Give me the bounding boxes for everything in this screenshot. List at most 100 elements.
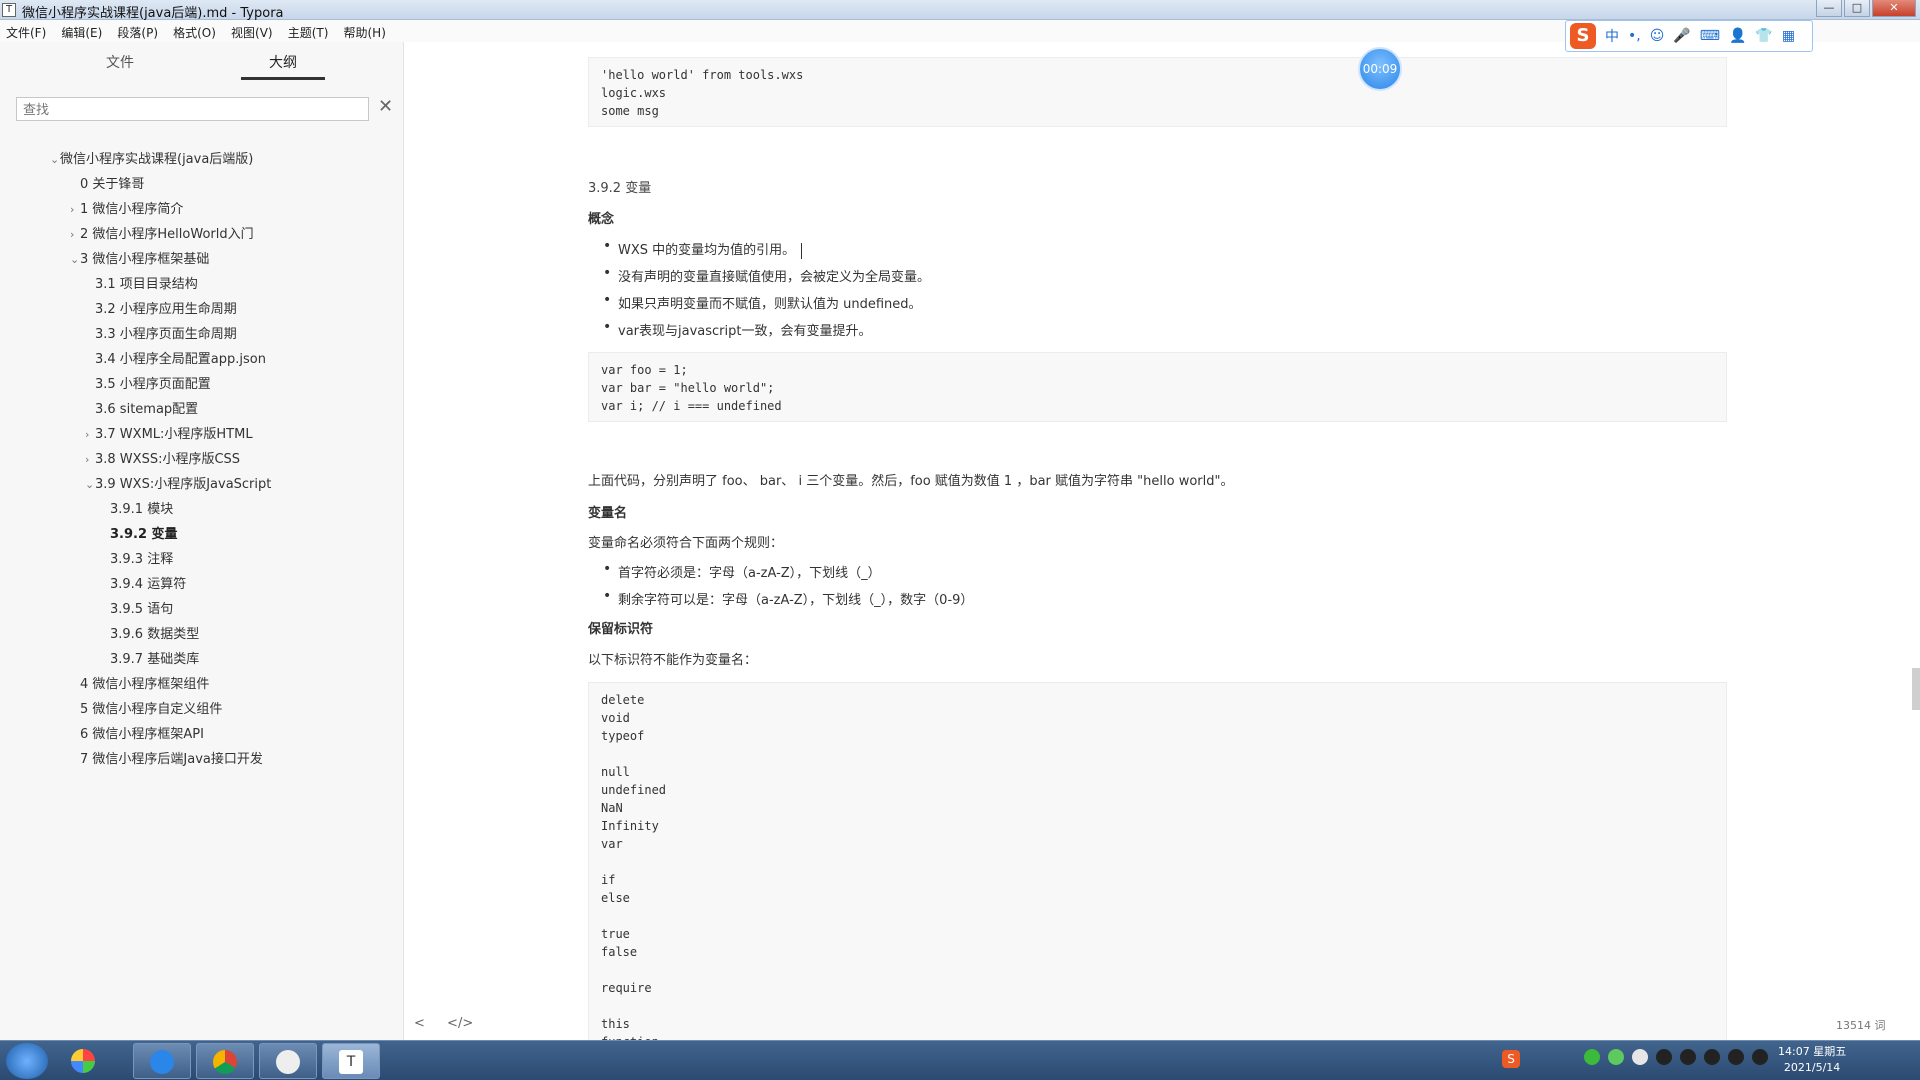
outline-item-label: 3.5 小程序页面配置 xyxy=(95,377,211,392)
outline-item[interactable]: › 3.8 WXSS:小程序版CSS xyxy=(0,447,404,472)
menu-help[interactable]: 帮助(H) xyxy=(338,20,390,41)
outline-item[interactable]: 4 微信小程序框架组件 xyxy=(0,672,404,697)
outline-item[interactable]: 3.9.4 运算符 xyxy=(0,572,404,597)
outline-item[interactable]: ⌄3 微信小程序框架基础 xyxy=(0,247,404,272)
chevron-right-icon[interactable]: › xyxy=(85,447,95,472)
list-item: var表现与javascript一致，会有变量提升。 xyxy=(603,319,871,339)
close-button[interactable]: ✕ xyxy=(1872,0,1916,17)
network-tray-icon[interactable] xyxy=(1632,1049,1648,1065)
sidebar: 文件 大纲 ✕ ⌄微信小程序实战课程(java后端版)0 关于锋哥›1 微信小程… xyxy=(0,42,404,1040)
outline-item[interactable]: 7 微信小程序后端Java接口开发 xyxy=(0,747,404,772)
qq-tray-icon[interactable] xyxy=(1656,1049,1672,1065)
wechat-devtools-icon xyxy=(276,1050,300,1074)
chat-tray-icon[interactable] xyxy=(1608,1049,1624,1065)
code-block[interactable]: var foo = 1; var bar = "hello world"; va… xyxy=(588,352,1727,422)
taskbar-app-typora[interactable]: T xyxy=(322,1043,380,1079)
scrollbar-thumb[interactable] xyxy=(1912,668,1920,710)
outline-item[interactable]: › 1 微信小程序简介 xyxy=(0,197,404,222)
outline-item-label: 6 微信小程序框架API xyxy=(80,727,204,742)
outline-item-label: 7 微信小程序后端Java接口开发 xyxy=(80,752,263,767)
outline-item[interactable]: 3.9.1 模块 xyxy=(0,497,404,522)
editor-area[interactable]: 'hello world' from tools.wxs logic.wxs s… xyxy=(405,42,1920,1040)
outline-item[interactable]: 3.9.3 注释 xyxy=(0,547,404,572)
tab-files[interactable]: 文件 xyxy=(100,52,140,80)
outline-item-label: 1 微信小程序简介 xyxy=(80,202,184,217)
outline-item[interactable]: 3.9.5 语句 xyxy=(0,597,404,622)
taskbar-app-ie[interactable] xyxy=(133,1043,191,1079)
toggle-sidebar-button[interactable]: < xyxy=(414,1016,425,1031)
typora-app-icon: T xyxy=(2,3,16,17)
sogou-tray-icon[interactable]: S xyxy=(1502,1050,1520,1068)
outline-item[interactable]: 3.5 小程序页面配置 xyxy=(0,372,404,397)
outline-item[interactable]: 3.6 sitemap配置 xyxy=(0,397,404,422)
outline-item[interactable]: ⌄3.9 WXS:小程序版JavaScript xyxy=(0,472,404,497)
outline-item[interactable]: 3.9.7 基础类库 xyxy=(0,647,404,672)
outline-list: ⌄微信小程序实战课程(java后端版) 0 关于锋哥 › 1 微信小程序简介 › 2 微信… xyxy=(0,147,404,772)
chrome-icon xyxy=(213,1050,237,1074)
outline-item-label: 4 微信小程序框架组件 xyxy=(80,677,210,692)
tab-outline[interactable]: 大纲 xyxy=(241,52,325,80)
menu-theme[interactable]: 主题(T) xyxy=(282,20,333,41)
menu-file[interactable]: 文件(F) xyxy=(0,20,50,41)
list-item: 没有声明的变量直接赋值使用，会被定义为全局变量。 xyxy=(603,265,930,285)
chevron-down-icon[interactable]: ⌄ xyxy=(70,247,80,272)
qq-tray-icon[interactable] xyxy=(1752,1049,1768,1065)
qq-tray-icon[interactable] xyxy=(1704,1049,1720,1065)
wechat-tray-icon[interactable] xyxy=(1584,1049,1600,1065)
outline-item-label: 3.8 WXSS:小程序版CSS xyxy=(95,452,241,467)
chevron-right-icon[interactable]: › xyxy=(70,197,80,222)
outline-item[interactable]: 3.1 项目目录结构 xyxy=(0,272,404,297)
menu-view[interactable]: 视图(V) xyxy=(225,20,277,41)
start-button[interactable] xyxy=(6,1043,48,1079)
outline-item[interactable]: 3.9.6 数据类型 xyxy=(0,622,404,647)
code-block[interactable]: delete void typeof null undefined NaN In… xyxy=(588,682,1727,1040)
recording-timer[interactable]: 00:09 xyxy=(1358,47,1402,91)
chevron-right-icon[interactable]: › xyxy=(70,222,80,247)
outline-item-label: 2 微信小程序HelloWorld入门 xyxy=(80,227,254,242)
qq-tray-icon[interactable] xyxy=(1680,1049,1696,1065)
status-bar-left: < </> xyxy=(414,1016,491,1031)
maximize-button[interactable]: □ xyxy=(1844,0,1870,17)
chevron-right-icon[interactable]: › xyxy=(85,422,95,447)
code-block[interactable]: 'hello world' from tools.wxs logic.wxs s… xyxy=(588,57,1727,127)
outline-item-label: 3.7 WXML:小程序版HTML xyxy=(95,427,253,442)
chevron-down-icon[interactable]: ⌄ xyxy=(85,472,95,497)
qq-tray-icon[interactable] xyxy=(1728,1049,1744,1065)
heading-reserved: 保留标识符 xyxy=(588,622,654,637)
outline-item-label: 3.2 小程序应用生命周期 xyxy=(95,302,237,317)
tray-arrow-icon[interactable] xyxy=(1560,1049,1576,1065)
heading-variable-name: 变量名 xyxy=(588,506,628,521)
outline-item[interactable]: 3.4 小程序全局配置app.json xyxy=(0,347,404,372)
word-count[interactable]: 13514 词 xyxy=(1836,1017,1886,1033)
menu-edit[interactable]: 编辑(E) xyxy=(55,20,106,41)
taskbar-app-colorful[interactable] xyxy=(55,1043,113,1079)
window-title: 微信小程序实战课程(java后端).md - Typora xyxy=(22,6,284,21)
outline-item[interactable]: › 3.7 WXML:小程序版HTML xyxy=(0,422,404,447)
title-bar: T 微信小程序实战课程(java后端).md - Typora — □ ✕ xyxy=(0,0,1920,21)
outline-item[interactable]: ⌄微信小程序实战课程(java后端版) xyxy=(0,147,404,172)
outline-item[interactable]: 0 关于锋哥 xyxy=(0,172,404,197)
outline-item[interactable]: 5 微信小程序自定义组件 xyxy=(0,697,404,722)
outline-item-label: 3.9.2 变量 xyxy=(110,527,178,542)
clear-search-icon[interactable]: ✕ xyxy=(378,96,393,117)
outline-item-label: 0 关于锋哥 xyxy=(80,177,145,192)
menu-paragraph[interactable]: 段落(P) xyxy=(111,20,162,41)
taskbar-app-chrome[interactable] xyxy=(196,1043,254,1079)
clock[interactable]: 14:07 星期五 2021/5/14 xyxy=(1778,1044,1846,1076)
taskbar-app-wechat[interactable] xyxy=(259,1043,317,1079)
outline-search-input[interactable] xyxy=(16,97,369,121)
list-item: 剩余字符可以是：字母（a-zA-Z），下划线（_），数字（0-9） xyxy=(603,588,973,608)
chevron-down-icon[interactable]: ⌄ xyxy=(50,147,60,172)
outline-item[interactable]: 3.2 小程序应用生命周期 xyxy=(0,297,404,322)
paragraph: 上面代码，分别声明了 foo、 bar、 i 三个变量。然后，foo 赋值为数值… xyxy=(588,474,1234,489)
outline-item-label: 3.9.6 数据类型 xyxy=(110,627,200,642)
outline-item[interactable]: 3.3 小程序页面生命周期 xyxy=(0,322,404,347)
outline-item[interactable]: › 2 微信小程序HelloWorld入门 xyxy=(0,222,404,247)
minimize-button[interactable]: — xyxy=(1816,0,1842,17)
outline-item[interactable]: 6 微信小程序框架API xyxy=(0,722,404,747)
paragraph: 以下标识符不能作为变量名： xyxy=(588,653,758,668)
source-mode-button[interactable]: </> xyxy=(447,1016,473,1031)
outline-item[interactable]: 3.9.2 变量 xyxy=(0,522,404,547)
menu-format[interactable]: 格式(O) xyxy=(167,20,220,41)
outline-item-label: 5 微信小程序自定义组件 xyxy=(80,702,223,717)
